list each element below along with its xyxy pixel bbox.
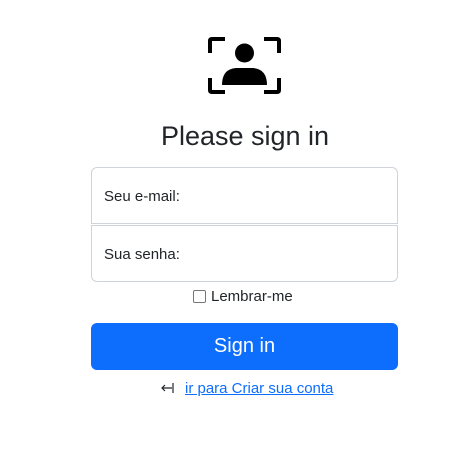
create-account-link[interactable]: ir para Criar sua conta bbox=[185, 380, 333, 397]
sign-in-button[interactable]: Sign in bbox=[91, 323, 398, 370]
remember-me[interactable]: Lembrar-me bbox=[193, 286, 293, 306]
email-field[interactable]: Seu e-mail: bbox=[91, 167, 398, 224]
create-account-row: ir para Criar sua conta bbox=[160, 378, 333, 398]
user-scan-icon bbox=[208, 37, 281, 94]
password-input[interactable] bbox=[92, 226, 397, 281]
remember-me-label: Lembrar-me bbox=[211, 287, 293, 305]
page-title: Please sign in bbox=[160, 121, 330, 151]
email-input[interactable] bbox=[92, 168, 397, 223]
remember-me-checkbox[interactable] bbox=[193, 289, 206, 303]
arrow-left-to-line-icon bbox=[160, 382, 174, 394]
password-field[interactable]: Sua senha: bbox=[91, 225, 398, 282]
sign-in-page: Please sign in Seu e-mail: Sua senha: Le… bbox=[0, 0, 472, 461]
